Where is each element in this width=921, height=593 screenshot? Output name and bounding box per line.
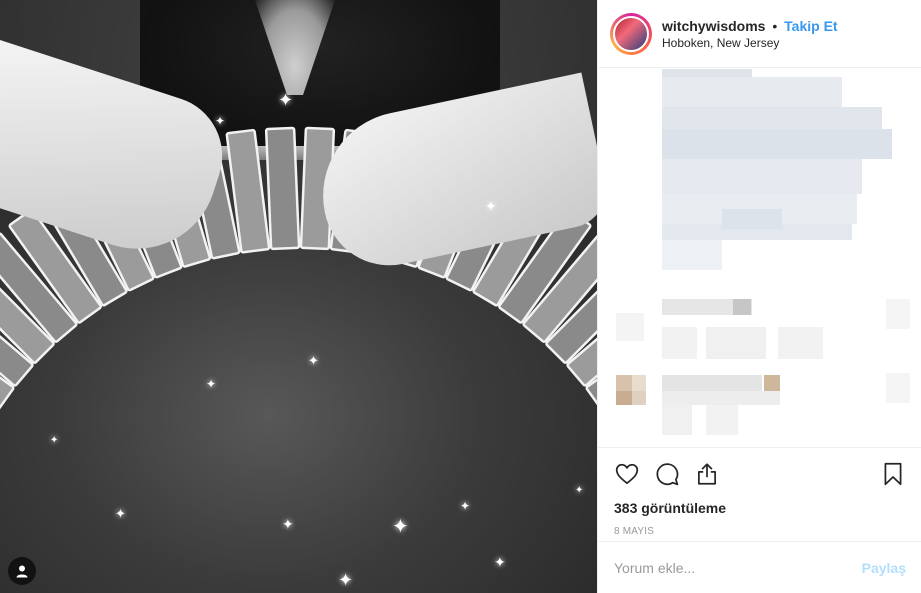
pixelated-like [886,299,910,329]
like-button[interactable] [614,454,654,494]
pixelated-like [886,373,910,403]
post-header: witchywisdoms • Takip Et Hoboken, New Je… [598,0,921,68]
sparkle-icon: ✦ [215,114,226,128]
sparkle-icon: ✦ [282,517,294,533]
sparkle-icon: ✦ [338,570,354,591]
action-icons [614,448,906,500]
speech-bubble-icon [656,463,679,486]
post-comment-button[interactable]: Paylaş [862,560,906,576]
add-comment-section: Paylaş [598,541,921,593]
sparkle-icon: ✦ [115,507,126,522]
pixelated-avatar [632,375,646,391]
comment-input[interactable] [614,559,854,576]
pixelated-comment [706,405,738,435]
pixelated-avatar [616,391,632,405]
post-date[interactable]: 8 MAYIS [614,526,906,537]
pixelated-avatar [616,375,632,391]
heart-icon [615,463,639,485]
pixelated-comment [662,327,697,359]
pixelated-avatar [616,313,644,341]
pixelated-comment [778,327,823,359]
tarot-card [264,126,301,251]
post-side-panel: witchywisdoms • Takip Et Hoboken, New Je… [597,0,921,593]
pixelated-caption [722,209,782,229]
user-icon [16,565,28,578]
save-button[interactable] [866,454,906,494]
pixelated-comment [662,375,762,391]
avatar[interactable] [610,12,652,55]
view-count-number: 383 [614,500,638,516]
pixelated-comment [662,405,692,435]
share-icon [698,463,716,485]
sparkle-icon: ✦ [278,90,294,111]
sparkle-icon: ✦ [392,514,409,538]
pixelated-caption [662,69,752,77]
follow-button[interactable]: Takip Et [784,18,837,34]
post-actions: 383 görüntüleme 8 MAYIS [598,447,921,537]
avatar-image [613,15,649,52]
pixelated-caption [662,107,882,129]
post-media[interactable]: ✦ ✦ ✦ ✦ ✦ ✦ ✦ ✦ ✦ ✦ ✦ ✦ ✦ [0,0,597,593]
header-line: witchywisdoms • Takip Et [662,17,838,35]
separator-dot: • [772,18,778,34]
pixelated-avatar [632,391,646,405]
pixelated-comment [706,327,766,359]
bookmark-icon [884,462,902,486]
sparkle-icon: ✦ [206,377,217,391]
view-count[interactable]: 383 görüntüleme [614,500,906,516]
sparkle-icon: ✦ [308,354,319,369]
username-link[interactable]: witchywisdoms [662,18,765,34]
sparkle-icon: ✦ [485,199,497,215]
location-link[interactable]: Hoboken, New Jersey [662,36,838,50]
header-text: witchywisdoms • Takip Et Hoboken, New Je… [662,17,838,50]
comment-button[interactable] [654,454,694,494]
sparkle-icon: ✦ [460,499,471,513]
sparkle-icon: ✦ [575,485,584,496]
pixelated-comment [733,299,751,315]
pixelated-comment [764,375,780,391]
pixelated-caption [662,159,862,194]
tagged-users-button[interactable] [8,557,36,585]
view-count-label: görüntüleme [641,500,727,516]
sparkle-icon: ✦ [494,555,506,571]
pixelated-caption [662,77,842,107]
share-button[interactable] [694,454,734,494]
pixelated-comment [662,391,780,405]
pixelated-caption [662,240,722,270]
pixelated-caption [662,129,892,159]
comments-area [598,69,921,447]
sparkle-icon: ✦ [50,435,59,446]
